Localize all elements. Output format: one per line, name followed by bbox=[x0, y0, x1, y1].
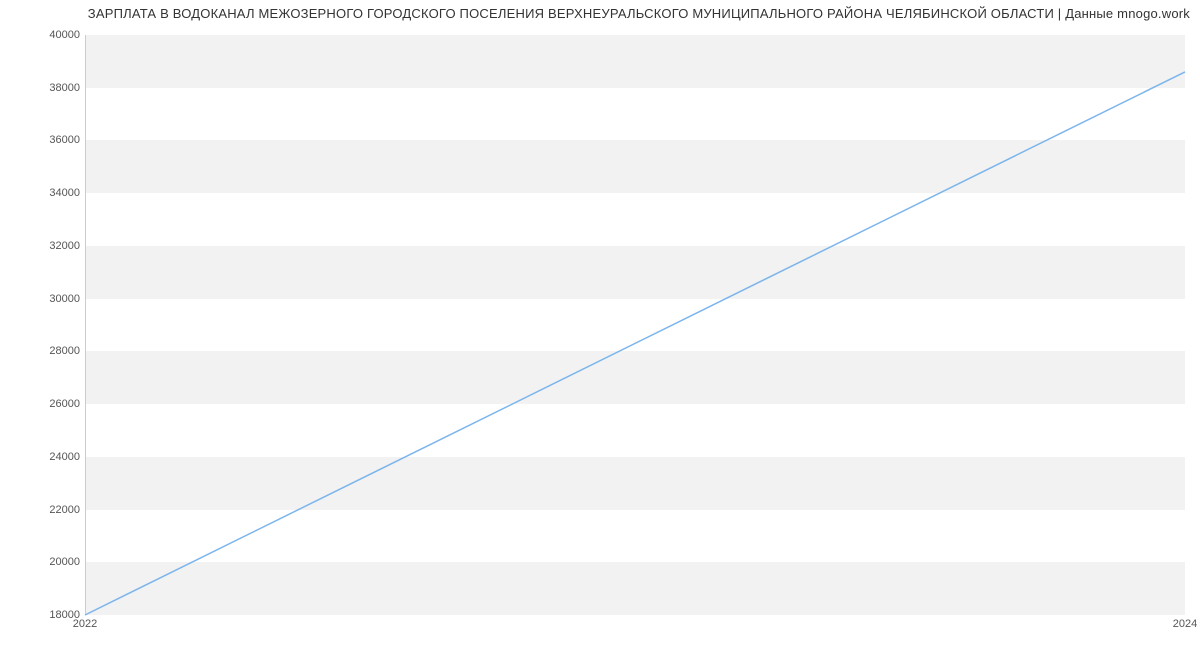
y-tick-label: 20000 bbox=[20, 556, 80, 568]
y-tick-label: 38000 bbox=[20, 82, 80, 94]
chart-title: ЗАРПЛАТА В ВОДОКАНАЛ МЕЖОЗЕРНОГО ГОРОДСК… bbox=[10, 6, 1190, 21]
y-tick-label: 28000 bbox=[20, 345, 80, 357]
series-line bbox=[85, 72, 1185, 615]
x-tick-label: 2024 bbox=[1173, 618, 1197, 630]
y-tick-label: 32000 bbox=[20, 240, 80, 252]
plot-area bbox=[85, 35, 1185, 615]
chart-container: ЗАРПЛАТА В ВОДОКАНАЛ МЕЖОЗЕРНОГО ГОРОДСК… bbox=[0, 0, 1200, 650]
y-tick-label: 36000 bbox=[20, 134, 80, 146]
line-layer bbox=[85, 35, 1185, 615]
y-tick-label: 30000 bbox=[20, 293, 80, 305]
y-tick-label: 34000 bbox=[20, 187, 80, 199]
x-tick-label: 2022 bbox=[73, 618, 97, 630]
y-tick-label: 40000 bbox=[20, 29, 80, 41]
y-tick-label: 24000 bbox=[20, 451, 80, 463]
y-tick-label: 26000 bbox=[20, 398, 80, 410]
y-tick-label: 22000 bbox=[20, 504, 80, 516]
y-tick-label: 18000 bbox=[20, 609, 80, 621]
